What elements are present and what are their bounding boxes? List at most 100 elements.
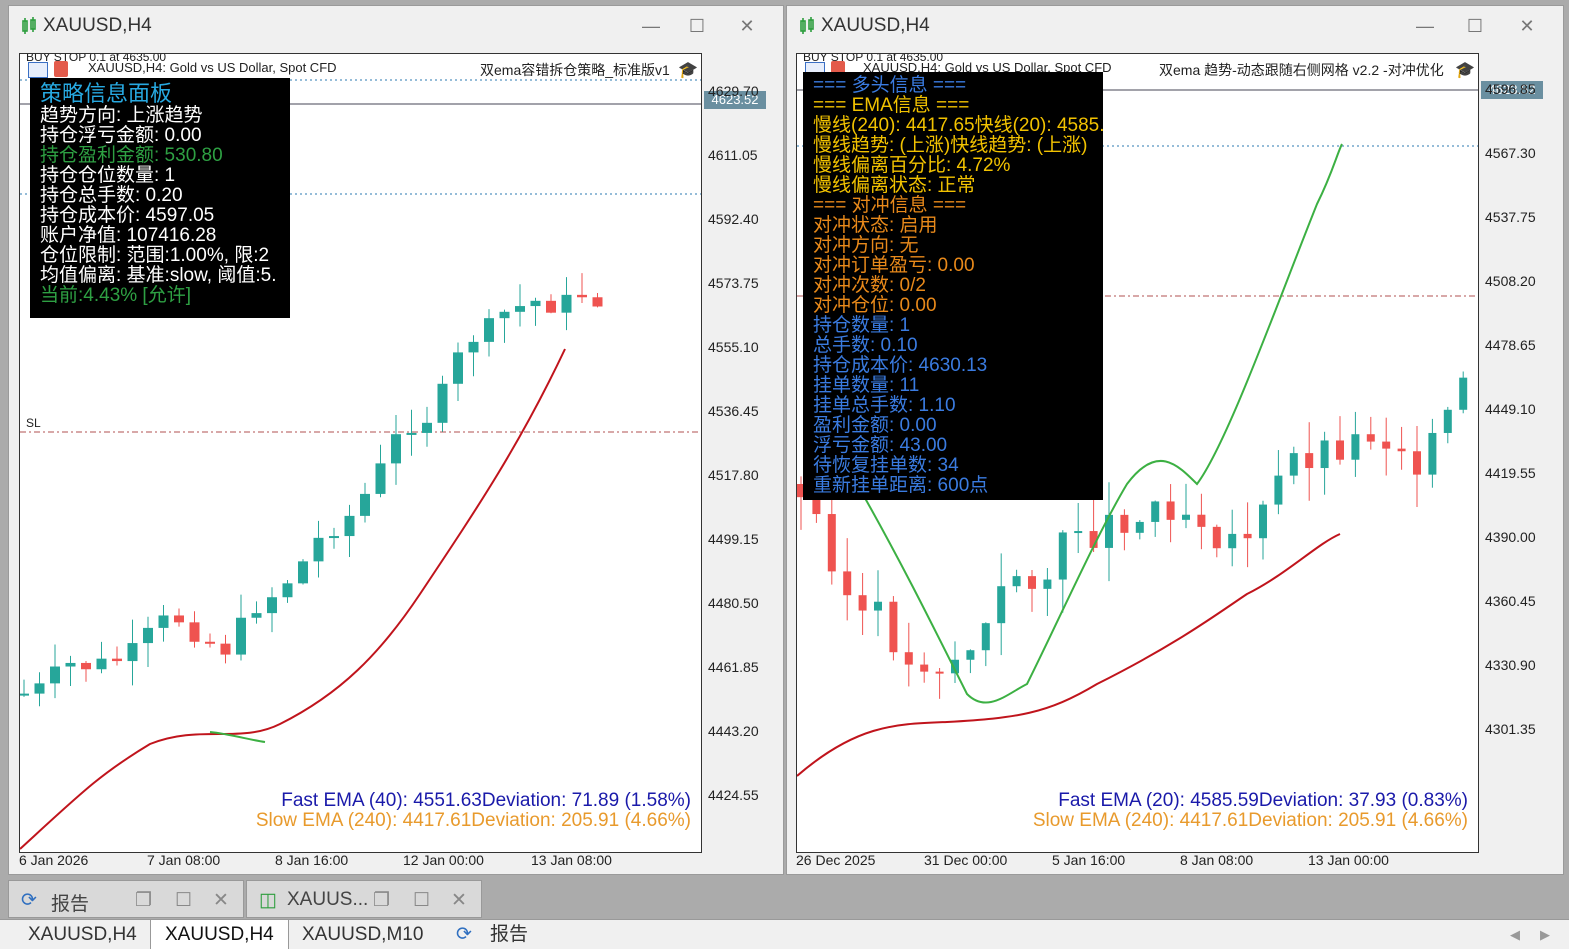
candle-body (1305, 453, 1314, 469)
candle-body (827, 514, 836, 572)
price-tick-label: 4536.45 (708, 403, 759, 419)
panel-line: 持仓总手数: 0.20 (40, 185, 183, 206)
slow-ema-readout: Slow EMA (240): 4417.61Deviation: 205.91… (1032, 810, 1468, 831)
candle-body (189, 622, 200, 642)
candle-body (997, 586, 1006, 624)
price-chart[interactable]: BUY STOP 0.1 at 4635.00 XAUUSD,H4: Gold … (796, 53, 1479, 853)
candle-body (1428, 432, 1437, 475)
tab-label: XAUUS... (287, 889, 369, 910)
candle-body (499, 311, 510, 319)
panel-line: 重新挂单距离: 600点 (813, 475, 989, 496)
candle-body (1289, 453, 1298, 476)
panel-line: 挂单数量: 11 (813, 375, 920, 396)
maximize-button[interactable]: ☐ (175, 889, 192, 912)
price-tick-label: 4611.05 (708, 147, 758, 163)
panel-line: 对冲方向: 无 (813, 235, 919, 256)
restore-button[interactable]: ❐ (373, 889, 390, 912)
price-tick-label: 4629.70 (708, 83, 759, 99)
scroll-right-arrow[interactable]: ▶ (1540, 920, 1550, 949)
candle-body (174, 615, 184, 623)
panel-line: 对冲状态: 启用 (813, 215, 938, 236)
minimized-windows-strip: ⟳ 报告 ❐ ☐ ✕ ◫ XAUUS... ❐ ☐ ✕ (8, 880, 482, 918)
one-click-trade-icon[interactable] (54, 61, 68, 77)
candle-body (20, 693, 29, 696)
candle-body (267, 597, 277, 614)
expert-advisor-hat-icon[interactable]: 🎓 (678, 60, 698, 80)
candle-body (375, 463, 386, 494)
candle-body (561, 294, 572, 313)
chart-tab-active[interactable]: XAUUSD,H4 (150, 920, 289, 949)
chart-symbol-header: XAUUSD,H4: Gold vs US Dollar, Spot CFD (88, 60, 337, 75)
chart-tab[interactable]: XAUUSD,H4 (28, 920, 137, 949)
window-title: XAUUSD,H4 (43, 15, 152, 36)
minimize-button[interactable]: — (637, 14, 665, 38)
chart-window-left[interactable]: XAUUSD,H4 — ☐ ✕ BUY STOP 0.1 at 4635.00 … (8, 5, 784, 875)
close-button[interactable]: ✕ (1513, 14, 1541, 38)
maximize-button[interactable]: ☐ (683, 14, 711, 38)
price-axis[interactable]: 4623.52 4629.70 4611.05 4592.40 4573.75 4555… (702, 53, 786, 853)
panel-line: 持仓盈利金额: 530.80 (40, 145, 223, 166)
minimize-button[interactable]: — (1411, 14, 1439, 38)
scroll-left-arrow[interactable]: ◀ (1510, 920, 1520, 949)
candle-body (1151, 501, 1160, 522)
price-chart[interactable]: BUY STOP 0.1 at 4635.00 XAUUSD,H4: Gold … (19, 53, 702, 853)
candlestick-chart-icon: ◫ (259, 890, 277, 911)
panel-line: 账户净值: 107416.28 (40, 225, 217, 246)
maximize-button[interactable]: ☐ (413, 889, 430, 912)
window-titlebar[interactable]: XAUUSD,H4 — ☐ ✕ (9, 6, 783, 46)
candle-body (1197, 514, 1206, 527)
candle-body (360, 493, 370, 516)
close-button[interactable]: ✕ (213, 889, 229, 912)
fast-ema-readout: Fast EMA (20): 4585.59Deviation: 37.93 (… (1058, 790, 1468, 811)
candlestick-chart-icon (800, 17, 814, 34)
panel-line: 均值偏离: 基准:slow, 阈值:5. (40, 265, 277, 286)
panel-line: 对冲订单盈亏: 0.00 (813, 255, 975, 276)
candle-body (1397, 448, 1406, 452)
candle-body (422, 422, 432, 433)
chart-tab[interactable]: XAUUSD,M10 (302, 920, 423, 949)
time-axis[interactable]: 26 Dec 2025 31 Dec 00:00 5 Jan 16:00 8 Jan … (796, 852, 1479, 874)
close-button[interactable]: ✕ (733, 14, 761, 38)
candle-body (1413, 451, 1421, 475)
close-button[interactable]: ✕ (451, 889, 467, 912)
price-tick-label: 4419.55 (1485, 465, 1536, 481)
maximize-button[interactable]: ☐ (1461, 14, 1489, 38)
candle-body (1382, 441, 1391, 449)
candle-body (1320, 440, 1329, 469)
expert-advisor-name: 双ema容错拆仓策略_标准版v1 (480, 62, 670, 78)
candlestick-chart-icon (22, 17, 36, 34)
candle-body (1120, 514, 1129, 533)
candle-body (874, 601, 882, 611)
price-tick-label: 4573.75 (708, 275, 759, 291)
price-tick-label: 4301.35 (1485, 721, 1536, 737)
panel-line: === 对冲信息 === (813, 195, 967, 216)
panel-line: 慢线偏离状态: 正常 (813, 175, 976, 196)
panel-line: 持仓成本价: 4597.05 (40, 205, 215, 226)
strategy-info-panel: 策略信息面板 趋势方向: 上涨趋势 持仓浮亏金额: 0.00 持仓盈利金额: 5… (30, 78, 290, 318)
expert-advisor-hat-icon[interactable]: 🎓 (1455, 60, 1475, 80)
window-titlebar[interactable]: XAUUSD,H4 — ☐ ✕ (787, 6, 1563, 46)
expert-advisor-name: 双ema 趋势-动态跟随右侧网格 v2.2 -对冲优化 (1159, 62, 1444, 78)
candle-body (34, 683, 45, 694)
candle-body (406, 432, 417, 435)
minimized-chart-window[interactable]: ◫ XAUUS... ❐ ☐ ✕ (246, 880, 482, 918)
candle-body (453, 352, 463, 384)
panel-line: 持仓浮亏金额: 0.00 (40, 125, 202, 146)
price-tick-label: 4596.85 (1485, 81, 1536, 97)
candle-body (65, 662, 76, 667)
panel-line: 盈利金额: 0.00 (813, 415, 937, 436)
chart-tab[interactable]: 报告 (490, 920, 528, 949)
menu-icon[interactable] (28, 62, 48, 78)
minimized-report-window[interactable]: ⟳ 报告 ❐ ☐ ✕ (8, 880, 244, 918)
price-tick-label: 4360.45 (1485, 593, 1536, 609)
time-axis[interactable]: 6 Jan 2026 7 Jan 08:00 8 Jan 16:00 12 Jan 0… (19, 852, 702, 874)
panel-line: 挂单总手数: 1.10 (813, 395, 956, 416)
candle-body (1105, 514, 1113, 548)
time-tick-label: 7 Jan 08:00 (147, 852, 221, 868)
chart-window-right[interactable]: XAUUSD,H4 — ☐ ✕ BUY STOP 0.1 at 4635.00 … (786, 5, 1564, 875)
restore-button[interactable]: ❐ (135, 889, 152, 912)
price-axis[interactable]: 4623.52 4596.85 4567.30 4537.75 4508.20 4478… (1479, 53, 1563, 853)
candle-body (282, 583, 293, 598)
candle-body (158, 615, 169, 628)
tab-label: 报告 (51, 894, 90, 915)
